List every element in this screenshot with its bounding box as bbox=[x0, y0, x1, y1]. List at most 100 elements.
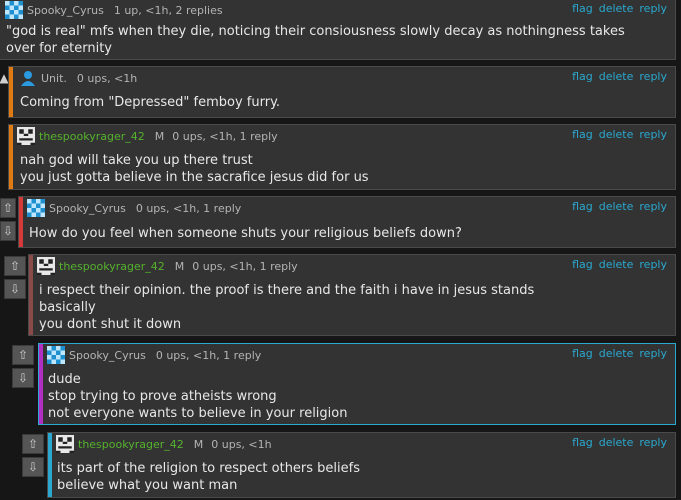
comment-meta: 0 ups, <1h bbox=[211, 437, 272, 451]
comment-actions: flag delete reply bbox=[566, 128, 667, 141]
delete-link[interactable]: delete bbox=[599, 258, 634, 271]
comment-meta: 1 up, <1h, 2 replies bbox=[113, 3, 223, 17]
comment-header: Unit. 0 ups, <1h bbox=[19, 69, 137, 87]
comment-line: Coming from "Depressed" femboy furry. bbox=[20, 95, 281, 110]
thread-depth-bar bbox=[9, 125, 13, 189]
reply-link[interactable]: reply bbox=[639, 128, 667, 141]
username-link[interactable]: Unit. bbox=[41, 72, 67, 85]
comment-card: thespookyrager_42 M 0 ups, <1h, 1 reply … bbox=[8, 124, 676, 190]
comment-meta: 0 ups, <1h bbox=[76, 71, 138, 85]
comment-line: "god is real" mfs when they die, noticin… bbox=[6, 24, 625, 56]
username-link[interactable]: Spooky_Cyrus bbox=[49, 202, 126, 215]
comment-card: Unit. 0 ups, <1h flag delete reply Coming … bbox=[8, 66, 676, 118]
reply-link[interactable]: reply bbox=[639, 258, 667, 271]
downvote-button[interactable]: ⇩ bbox=[0, 221, 16, 241]
moderator-badge: M bbox=[193, 437, 204, 451]
comment-header: Spooky_Cyrus 0 ups, <1h, 1 reply bbox=[27, 199, 241, 217]
pixel-face-avatar-icon[interactable] bbox=[56, 435, 74, 453]
comment-line: dude bbox=[48, 372, 81, 387]
flag-link[interactable]: flag bbox=[572, 436, 593, 449]
delete-link[interactable]: delete bbox=[599, 2, 634, 15]
upvote-button[interactable]: ⇧ bbox=[22, 434, 44, 454]
comment-actions: flag delete reply bbox=[566, 347, 667, 360]
pixel-face-avatar-icon[interactable] bbox=[17, 127, 35, 145]
comment-actions: flag delete reply bbox=[566, 200, 667, 213]
reply-link[interactable]: reply bbox=[639, 347, 667, 360]
upvote-button[interactable]: ⇧ bbox=[0, 198, 16, 218]
comment-text: nah god will take you up there trust you… bbox=[20, 152, 369, 186]
comment-actions: flag delete reply bbox=[566, 70, 667, 83]
delete-link[interactable]: delete bbox=[599, 200, 634, 213]
comment-header: thespookyrager_42 M 0 ups, <1h bbox=[56, 435, 272, 453]
username-link[interactable]: Spooky_Cyrus bbox=[27, 4, 104, 17]
upvote-button[interactable]: ▲ bbox=[0, 68, 9, 88]
vote-controls: ⇧ ⇩ bbox=[12, 345, 36, 391]
pixel-face-avatar-icon[interactable] bbox=[37, 257, 55, 275]
username-link[interactable]: Spooky_Cyrus bbox=[69, 349, 146, 362]
comment-text: its part of the religion to respect othe… bbox=[57, 460, 360, 494]
comment-line: basically bbox=[39, 300, 96, 315]
comment-line: i respect their opinion. the proof is th… bbox=[39, 283, 535, 298]
flag-link[interactable]: flag bbox=[572, 200, 593, 213]
downvote-button[interactable]: ⇩ bbox=[12, 368, 34, 388]
thread-depth-bar bbox=[48, 433, 52, 497]
comment-card: Spooky_Cyrus 0 ups, <1h, 1 reply flag del… bbox=[18, 196, 676, 248]
comment-meta: 0 ups, <1h, 1 reply bbox=[155, 348, 262, 362]
flag-link[interactable]: flag bbox=[572, 258, 593, 271]
flag-link[interactable]: flag bbox=[572, 128, 593, 141]
delete-link[interactable]: delete bbox=[599, 70, 634, 83]
comment-header: thespookyrager_42 M 0 ups, <1h, 1 reply bbox=[17, 127, 278, 145]
comment-actions: flag delete reply bbox=[566, 258, 667, 271]
comment-card: thespookyrager_42 M 0 ups, <1h, 1 reply … bbox=[28, 254, 676, 336]
checkerboard-avatar-icon[interactable] bbox=[5, 1, 23, 19]
comment-meta: 0 ups, <1h, 1 reply bbox=[172, 129, 278, 143]
delete-link[interactable]: delete bbox=[599, 347, 634, 360]
comment-header: thespookyrager_42 M 0 ups, <1h, 1 reply bbox=[37, 257, 298, 275]
comment-line: you dont shut it down bbox=[39, 317, 182, 332]
upvote-button[interactable]: ⇧ bbox=[4, 256, 26, 276]
comment-line: its part of the religion to respect othe… bbox=[57, 461, 361, 476]
user-silhouette-icon[interactable] bbox=[19, 69, 37, 87]
flag-link[interactable]: flag bbox=[572, 347, 593, 360]
comment-card: Spooky_Cyrus 0 ups, <1h, 1 reply flag del… bbox=[38, 343, 676, 425]
comment-card: thespookyrager_42 M 0 ups, <1h flag delet… bbox=[47, 432, 676, 498]
thread-depth-bar bbox=[9, 67, 13, 117]
downvote-button[interactable]: ⇩ bbox=[22, 457, 44, 477]
comment-text: "god is real" mfs when they die, noticin… bbox=[6, 23, 646, 57]
moderator-badge: M bbox=[154, 129, 165, 143]
comment-line: not everyone wants to believe in your re… bbox=[48, 406, 348, 421]
delete-link[interactable]: delete bbox=[599, 128, 634, 141]
comment-header: Spooky_Cyrus 0 ups, <1h, 1 reply bbox=[47, 346, 261, 364]
vote-controls: ⇧ ⇩ bbox=[4, 256, 28, 302]
downvote-button[interactable]: ⇩ bbox=[4, 279, 26, 299]
upvote-button[interactable]: ⇧ bbox=[12, 345, 34, 365]
comment-line: How do you feel when someone shuts your … bbox=[29, 226, 462, 241]
vote-controls: ⇧ ⇩ bbox=[22, 434, 46, 480]
username-link[interactable]: thespookyrager_42 bbox=[39, 130, 145, 143]
moderator-badge: M bbox=[174, 259, 185, 273]
flag-link[interactable]: flag bbox=[572, 2, 593, 15]
comment-header: Spooky_Cyrus 1 up, <1h, 2 replies bbox=[5, 1, 223, 19]
checkerboard-avatar-icon[interactable] bbox=[47, 346, 65, 364]
reply-link[interactable]: reply bbox=[639, 2, 667, 15]
comment-meta: 0 ups, <1h, 1 reply bbox=[192, 259, 298, 273]
checkerboard-avatar-icon[interactable] bbox=[27, 199, 45, 217]
comment-card: Spooky_Cyrus 1 up, <1h, 2 replies flag de… bbox=[0, 0, 676, 60]
thread-depth-bar bbox=[19, 197, 23, 247]
reply-link[interactable]: reply bbox=[639, 70, 667, 83]
thread-depth-bar bbox=[29, 255, 33, 335]
comment-line: believe what you want man bbox=[57, 478, 238, 493]
flag-link[interactable]: flag bbox=[572, 70, 593, 83]
delete-link[interactable]: delete bbox=[599, 436, 634, 449]
comment-line: nah god will take you up there trust bbox=[20, 153, 253, 168]
username-link[interactable]: thespookyrager_42 bbox=[59, 260, 165, 273]
comment-text: dude stop trying to prove atheists wrong… bbox=[48, 371, 347, 422]
comment-actions: flag delete reply bbox=[566, 2, 667, 15]
reply-link[interactable]: reply bbox=[639, 200, 667, 213]
thread-depth-bar bbox=[39, 344, 43, 424]
comment-line: stop trying to prove atheists wrong bbox=[48, 389, 277, 404]
comment-text: How do you feel when someone shuts your … bbox=[29, 225, 462, 242]
comment-actions: flag delete reply bbox=[566, 436, 667, 449]
reply-link[interactable]: reply bbox=[639, 436, 667, 449]
username-link[interactable]: thespookyrager_42 bbox=[78, 438, 184, 451]
